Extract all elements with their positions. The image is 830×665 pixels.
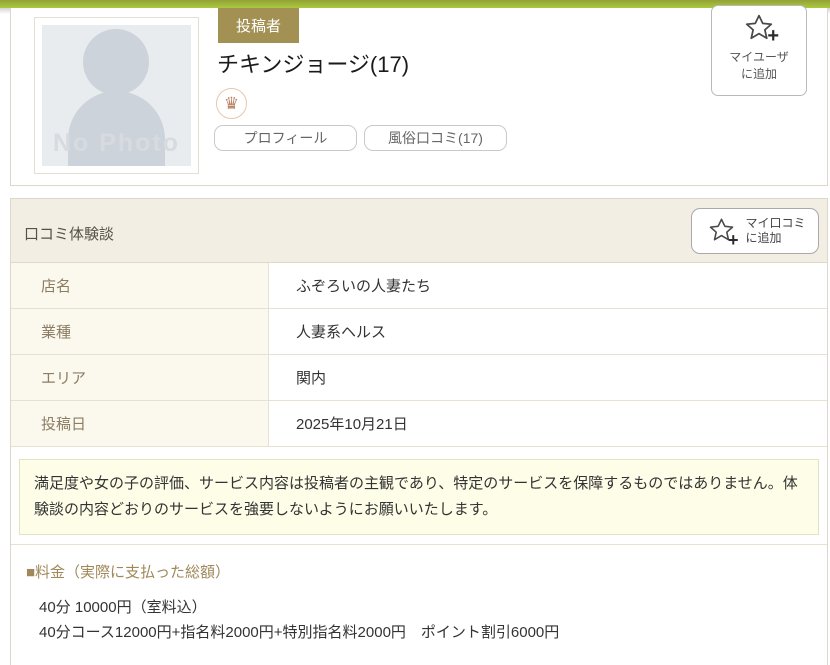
add-review-label-line1: マイ口コミ <box>745 216 805 231</box>
row-value: ふぞろいの人妻たち <box>269 263 827 308</box>
plus-glyph: + <box>728 231 739 249</box>
poster-profile-card: No Photo 投稿者 チキンジョージ(17) ♛ プロフィール 風俗口コミ(… <box>10 8 828 186</box>
add-to-my-users-button[interactable]: + マイユーザ に追加 <box>711 5 807 96</box>
profile-buttons-row: プロフィール 風俗口コミ(17) <box>214 125 507 151</box>
poster-name: チキンジョージ(17) <box>217 47 409 79</box>
table-row-shop-name: 店名 ふぞろいの人妻たち <box>11 263 827 309</box>
star-plus-icon: + <box>704 217 738 245</box>
price-line-total: 40分 10000円（室料込） <box>39 595 827 620</box>
disclaimer-notice: 満足度や女の子の評価、サービス内容は投稿者の主観であり、特定のサービスを保障する… <box>19 459 819 535</box>
price-line-breakdown: 40分コース12000円+指名料2000円+特別指名料2000円 ポイント割引6… <box>39 620 827 645</box>
row-value: 人妻系ヘルス <box>269 309 827 354</box>
review-header: 口コミ体験談 + マイ口コミ に追加 <box>11 199 827 263</box>
table-row-business-type: 業種 人妻系ヘルス <box>11 309 827 355</box>
star-plus-icon: + <box>741 13 777 43</box>
add-review-label-line2: に追加 <box>745 231 805 246</box>
review-detail-card: 口コミ体験談 + マイ口コミ に追加 店名 ふぞろいの人妻たち 業種 人妻系ヘル… <box>10 198 828 665</box>
add-to-my-reviews-button[interactable]: + マイ口コミ に追加 <box>691 208 819 254</box>
row-label: 店名 <box>11 263 269 308</box>
add-user-label-line1: マイユーザ <box>712 50 806 65</box>
add-review-label: マイ口コミ に追加 <box>745 216 805 246</box>
price-section: ■料金（実際に支払った総額） 40分 10000円（室料込） 40分コース120… <box>11 544 827 645</box>
plus-glyph: + <box>767 26 779 46</box>
review-section-title: 口コミ体験談 <box>24 223 114 244</box>
table-row-area: エリア 関内 <box>11 355 827 401</box>
top-accent-bar <box>0 0 830 8</box>
poster-photo-frame: No Photo <box>34 17 199 174</box>
crown-icon: ♛ <box>216 88 247 119</box>
row-label: エリア <box>11 355 269 400</box>
fuzoku-reviews-button[interactable]: 風俗口コミ(17) <box>364 125 507 151</box>
poster-badge: 投稿者 <box>218 8 299 43</box>
row-label: 投稿日 <box>11 401 269 446</box>
profile-button[interactable]: プロフィール <box>214 125 357 151</box>
row-value: 関内 <box>269 355 827 400</box>
person-silhouette-icon <box>83 29 149 95</box>
add-user-label-line2: に追加 <box>712 67 806 82</box>
price-lines: 40分 10000円（室料込） 40分コース12000円+指名料2000円+特別… <box>26 595 827 645</box>
row-value: 2025年10月21日 <box>269 401 827 446</box>
row-label: 業種 <box>11 309 269 354</box>
table-row-post-date: 投稿日 2025年10月21日 <box>11 401 827 447</box>
no-photo-placeholder: No Photo <box>42 25 191 166</box>
price-section-heading: ■料金（実際に支払った総額） <box>26 561 827 582</box>
no-photo-label: No Photo <box>42 129 191 158</box>
